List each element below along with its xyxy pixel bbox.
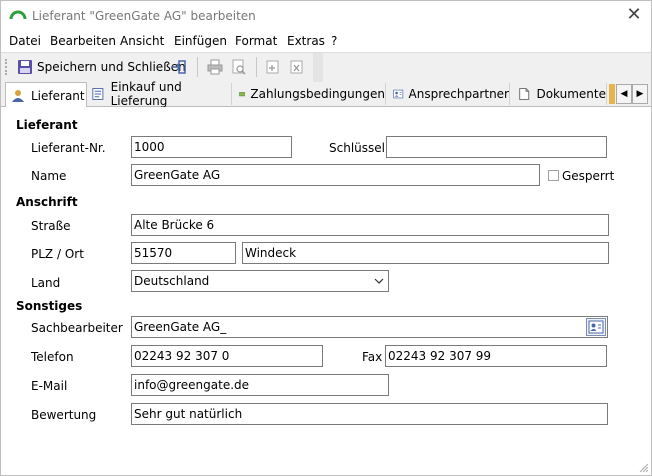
window-title: Lieferant "GreenGate AG" bearbeiten	[32, 9, 256, 23]
ort-input[interactable]: Windeck	[242, 242, 609, 264]
menu-extras[interactable]: Extras	[287, 34, 325, 48]
section-sonstiges: Sonstiges	[16, 299, 83, 313]
contact-lookup-button[interactable]	[586, 318, 606, 336]
tab-scroll-left-icon[interactable]: ◀	[616, 84, 632, 104]
menu-ansicht[interactable]: Ansicht	[120, 34, 164, 48]
tab-label: Zahlungsbedingungen	[250, 87, 385, 101]
supplier-icon	[12, 89, 24, 102]
label-telefon: Telefon	[31, 350, 74, 364]
tab-zahlungsbedingungen[interactable]: Zahlungsbedingungen	[235, 83, 386, 105]
label-bewertung: Bewertung	[31, 408, 97, 422]
lieferant-nr-input[interactable]: 1000	[131, 136, 292, 158]
tab-einkauf-lieferung[interactable]: Einkauf und Lieferung	[87, 80, 232, 108]
exit-icon	[172, 60, 186, 74]
plz-input[interactable]: 51570	[131, 242, 236, 264]
strasse-input[interactable]: Alte Brücke 6	[131, 214, 609, 236]
toolbar-grip	[5, 59, 10, 75]
close-icon[interactable]: ✕	[625, 5, 643, 25]
label-fax: Fax	[362, 350, 383, 364]
section-lieferant: Lieferant	[16, 118, 78, 132]
bewertung-input[interactable]: Sehr gut natürlich	[131, 403, 608, 425]
gesperrt-checkbox[interactable]	[548, 170, 559, 181]
menu-bearbeiten[interactable]: Bearbeiten	[50, 34, 116, 48]
label-strasse: Straße	[31, 219, 71, 233]
chevron-down-icon	[374, 278, 384, 284]
payment-icon	[239, 92, 246, 97]
menu-einfuegen[interactable]: Einfügen	[174, 34, 227, 48]
label-sachbearbeiter: Sachbearbeiter	[31, 321, 123, 335]
label-plz-ort: PLZ / Ort	[31, 247, 84, 261]
save-close-label: Speichern und Schließen	[37, 60, 186, 74]
toolbar: Speichern und Schließen	[1, 52, 651, 83]
menu-bar: Datei Bearbeiten Ansicht Einfügen Format…	[1, 32, 651, 51]
dialog-window: Lieferant "GreenGate AG" bearbeiten ✕ Da…	[0, 0, 652, 476]
tab-lieferant[interactable]: Lieferant	[5, 82, 87, 108]
form-panel: Lieferant Lieferant-Nr. 1000 Schlüssel N…	[1, 107, 651, 475]
print-preview-icon	[232, 59, 246, 75]
contact-card-icon	[588, 320, 604, 334]
land-select[interactable]: Deutschland	[131, 270, 389, 292]
document-icon	[519, 88, 530, 100]
tab-label: Ansprechpartner	[408, 87, 509, 101]
label-name: Name	[31, 169, 67, 183]
print-preview-button[interactable]	[231, 56, 247, 78]
tab-ansprechpartner[interactable]: Ansprechpartner	[389, 83, 510, 105]
toolbar-end	[313, 53, 323, 82]
label-gesperrt: Gesperrt	[562, 169, 615, 183]
label-land: Land	[31, 276, 61, 290]
print-icon	[207, 59, 223, 75]
sachbearbeiter-value: GreenGate AG_	[134, 320, 227, 334]
email-input[interactable]: info@greengate.de	[131, 374, 389, 396]
label-schluessel: Schlüssel	[329, 141, 385, 155]
print-button[interactable]	[207, 56, 223, 78]
label-email: E-Mail	[31, 379, 68, 393]
section-anschrift: Anschrift	[16, 195, 78, 209]
save-close-button[interactable]: Speichern und Schließen	[17, 56, 186, 78]
tab-label: Lieferant	[31, 88, 85, 103]
contact-card-icon	[393, 89, 404, 99]
label-lieferant-nr: Lieferant-Nr.	[31, 141, 106, 155]
tab-strip: Lieferant Einkauf und Lieferung Zahlungs…	[1, 80, 651, 108]
schluessel-input[interactable]	[386, 136, 607, 158]
new-record-icon	[266, 60, 279, 74]
tab-overflow-edge	[609, 84, 615, 104]
resize-grip-icon[interactable]	[637, 461, 649, 473]
tab-dokumente[interactable]: Dokumente	[513, 83, 607, 105]
delete-record-button[interactable]	[289, 56, 305, 78]
land-selected-value: Deutschland	[134, 274, 210, 288]
save-icon	[18, 60, 32, 74]
toolbar-separator	[197, 57, 198, 77]
fax-input[interactable]: 02243 92 307 99	[385, 345, 607, 367]
tab-scroll-right-icon[interactable]: ▶	[632, 84, 648, 104]
telefon-input[interactable]: 02243 92 307 0	[131, 345, 323, 367]
toolbar-separator	[256, 57, 257, 77]
menu-datei[interactable]: Datei	[9, 34, 41, 48]
purchase-icon	[92, 88, 104, 100]
tab-label: Einkauf und Lieferung	[110, 80, 182, 108]
name-input[interactable]: GreenGate AG	[131, 164, 540, 186]
tab-label: Dokumente	[536, 87, 606, 101]
app-logo-icon	[9, 10, 27, 20]
new-record-button[interactable]	[265, 56, 281, 78]
menu-help[interactable]: ?	[331, 34, 337, 48]
sachbearbeiter-input[interactable]: GreenGate AG_	[131, 316, 608, 338]
delete-record-icon	[290, 60, 303, 74]
menu-format[interactable]: Format	[235, 34, 277, 48]
title-bar: Lieferant "GreenGate AG" bearbeiten ✕	[1, 1, 651, 31]
exit-button[interactable]	[171, 56, 187, 78]
